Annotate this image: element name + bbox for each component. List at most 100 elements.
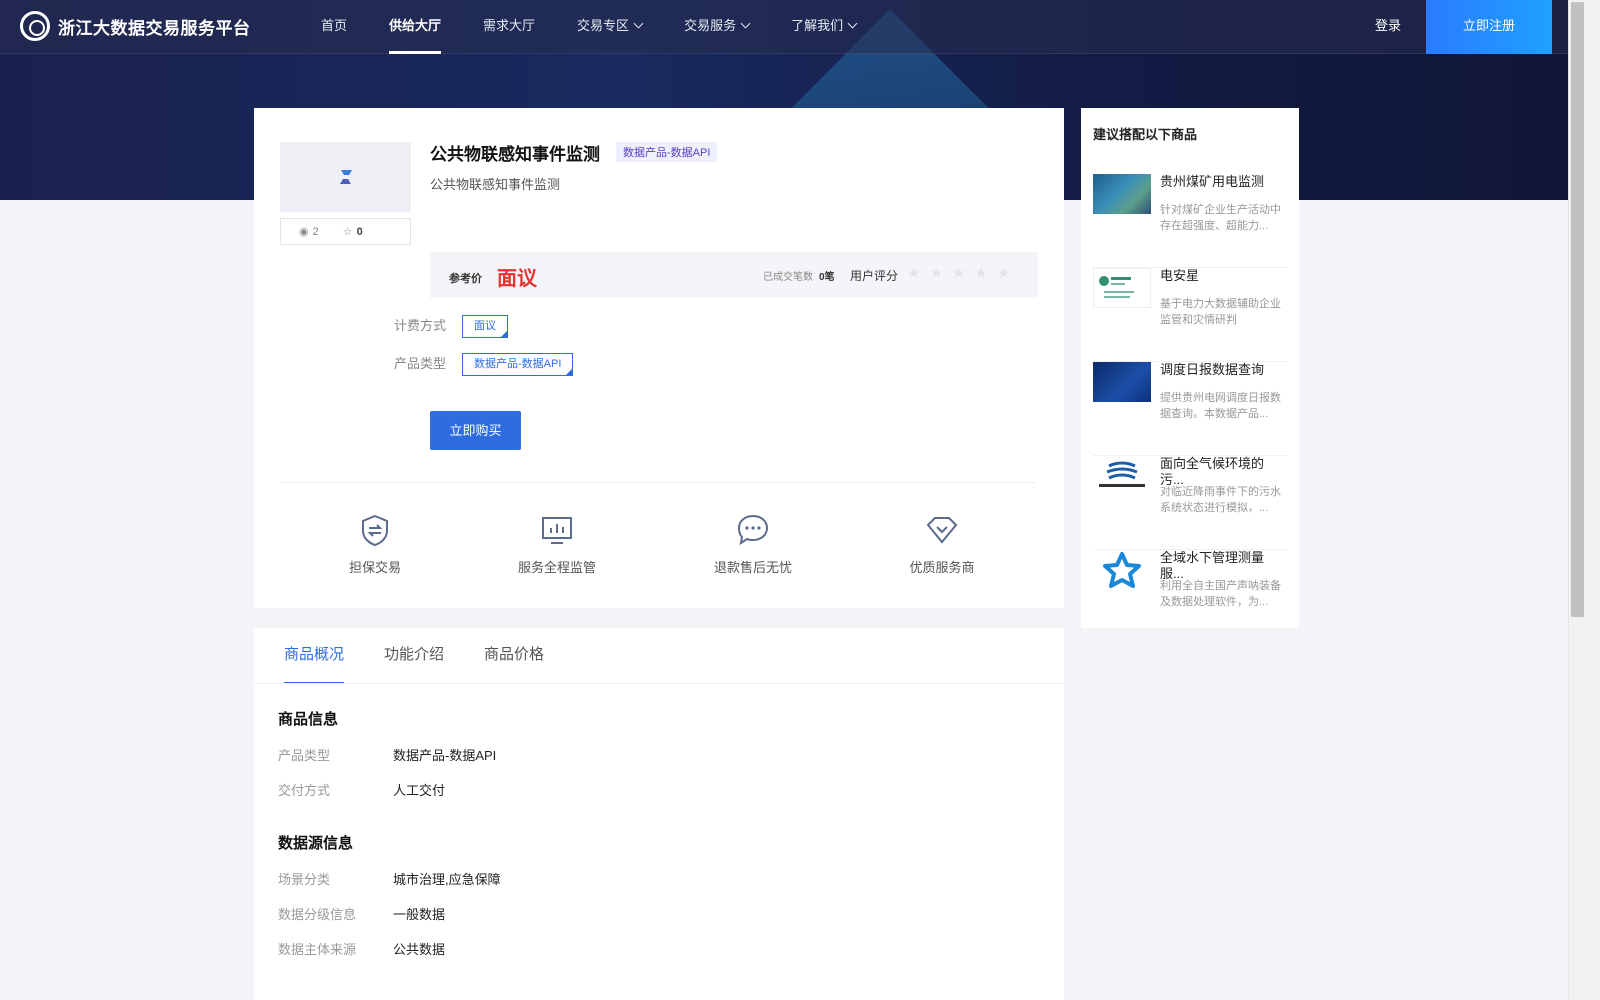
chevron-down-icon (847, 18, 858, 29)
billing-chip[interactable]: 面议 (462, 315, 508, 338)
favorites-count: 0 (356, 225, 363, 238)
water-logo-icon (1099, 461, 1145, 487)
recommend-item[interactable]: 调度日报数据查询 提供贵州电网调度日报数据查询。本数据产品... (1093, 362, 1287, 456)
info-value: 人工交付 (393, 783, 446, 798)
nav-label: 首页 (321, 18, 348, 33)
rating-label: 用户评分 (850, 269, 899, 283)
billing-label: 计费方式 (394, 318, 447, 333)
star-logo-icon (1103, 552, 1141, 588)
nav-trade-zone[interactable]: 交易专区 (556, 0, 663, 54)
views-count: 2 (312, 225, 319, 238)
star-icon: ★ (974, 265, 988, 282)
register-button[interactable]: 立即注册 (1426, 0, 1552, 54)
type-label: 产品类型 (394, 356, 447, 371)
feature-supervision: 服务全程监管 (514, 512, 600, 576)
rating-stars: ★ ★ ★ ★ ★ (907, 264, 1019, 282)
recommend-title: 电安星 (1160, 268, 1200, 283)
recommend-thumbnail (1093, 174, 1151, 214)
nav-label: 交易服务 (684, 18, 737, 33)
nav-demand-hall[interactable]: 需求大厅 (462, 0, 556, 54)
product-subtitle: 公共物联感知事件监测 (430, 177, 561, 192)
tab-pricing[interactable]: 商品价格 (484, 628, 544, 684)
deals-value: 0笔 (819, 272, 835, 283)
info-key: 数据主体来源 (278, 942, 357, 957)
tab-features[interactable]: 功能介绍 (384, 628, 444, 684)
logo-icon (20, 11, 50, 41)
scrollbar-thumb[interactable] (1571, 2, 1584, 617)
section-data-source: 数据源信息 (278, 835, 354, 852)
info-key: 产品类型 (278, 748, 331, 763)
product-thumbnail (280, 142, 411, 212)
eye-icon: ◉ (299, 226, 309, 238)
info-value: 公共数据 (393, 942, 446, 957)
recommend-thumbnail (1093, 456, 1151, 496)
nav-about-us[interactable]: 了解我们 (770, 0, 877, 54)
nav-label: 交易专区 (577, 18, 630, 33)
recommend-title: 调度日报数据查询 (1160, 362, 1265, 377)
recommend-desc: 对临近降雨事件下的污水系统状态进行模拟，... (1160, 486, 1281, 514)
type-chip[interactable]: 数据产品-数据API (462, 353, 574, 376)
recommend-desc: 提供贵州电网调度日报数据查询。本数据产品... (1160, 392, 1281, 420)
star-icon: ★ (929, 265, 943, 282)
chevron-down-icon (740, 18, 751, 29)
sidebar-title: 建议搭配以下商品 (1093, 127, 1198, 142)
price-bar: 参考价 面议 已成交笔数 0笔 用户评分 ★ ★ ★ ★ ★ (430, 252, 1038, 298)
feature-label: 退款售后无忧 (713, 560, 792, 575)
nav-label: 需求大厅 (483, 18, 536, 33)
price-value: 面议 (497, 268, 537, 290)
nav-label: 供给大厅 (389, 18, 442, 33)
logo-text: 浙江大数据交易服务平台 (58, 18, 251, 38)
feature-quality-provider: 优质服务商 (906, 512, 978, 576)
feature-label: 服务全程监管 (517, 560, 596, 575)
product-stats: ◉ 2 ☆ 0 (280, 218, 411, 245)
feature-guarantee: 担保交易 (346, 512, 404, 576)
detail-tabs: 商品概况 功能介绍 商品价格 (284, 628, 584, 684)
grid-logo-icon (1099, 276, 1134, 298)
info-value: 城市治理,应急保障 (393, 872, 501, 887)
recommend-thumbnail (1093, 268, 1151, 308)
tab-overview[interactable]: 商品概况 (284, 628, 345, 684)
diamond-icon (926, 517, 958, 544)
recommend-desc: 利用全自主国产声呐装备及数据处理软件，为... (1160, 580, 1281, 608)
product-title: 公共物联感知事件监测 (430, 145, 600, 164)
info-value: 一般数据 (393, 907, 446, 922)
nav-label: 了解我们 (791, 18, 844, 33)
nav-supply-hall[interactable]: 供给大厅 (368, 0, 462, 54)
top-navbar: 浙江大数据交易服务平台 首页 供给大厅 需求大厅 交易专区 交易服务 了解我们 … (0, 0, 1568, 54)
recommend-item[interactable]: 贵州煤矿用电监测 针对煤矿企业生产活动中存在超强度、超能力... (1093, 174, 1287, 268)
feature-label: 优质服务商 (909, 560, 975, 575)
section-product-info: 商品信息 (278, 711, 339, 728)
star-outline-icon[interactable]: ☆ (343, 225, 353, 238)
main-nav: 首页 供给大厅 需求大厅 交易专区 交易服务 了解我们 (300, 0, 877, 54)
deals-label: 已成交笔数 (763, 272, 813, 283)
nav-trade-services[interactable]: 交易服务 (663, 0, 770, 54)
product-tag: 数据产品-数据API (616, 142, 718, 162)
recommend-sidebar: 建议搭配以下商品 贵州煤矿用电监测 针对煤矿企业生产活动中存在超强度、超能力..… (1081, 108, 1299, 628)
recommend-item[interactable]: 全域水下管理测量服... 利用全自主国产声呐装备及数据处理软件，为... (1093, 550, 1287, 628)
recommend-thumbnail (1093, 550, 1151, 590)
feature-label: 担保交易 (348, 560, 401, 575)
site-logo[interactable]: 浙江大数据交易服务平台 (20, 11, 251, 41)
info-key: 数据分级信息 (278, 907, 357, 922)
buy-now-button[interactable]: 立即购买 (430, 411, 521, 450)
star-icon: ★ (951, 265, 966, 282)
star-icon: ★ (996, 265, 1011, 282)
recommend-item[interactable]: 面向全气候环境的污... 对临近降雨事件下的污水系统状态进行模拟，... (1093, 456, 1287, 550)
feature-refund: 退款售后无忧 (710, 512, 796, 576)
nav-home[interactable]: 首页 (300, 0, 368, 54)
chat-bubble-icon (737, 514, 769, 546)
info-key: 场景分类 (278, 872, 331, 887)
recommend-item[interactable]: 电安星 基于电力大数据辅助企业监管和灾情研判 (1093, 268, 1287, 362)
deals-info: 已成交笔数 0笔 (763, 268, 835, 283)
info-key: 交付方式 (278, 783, 331, 798)
star-icon: ★ (907, 265, 921, 282)
recommend-desc: 基于电力大数据辅助企业监管和灾情研判 (1160, 298, 1281, 326)
tab-divider (254, 683, 1064, 684)
product-logo-icon (339, 170, 352, 184)
login-link[interactable]: 登录 (1366, 0, 1410, 52)
page-scrollbar[interactable] (1568, 0, 1600, 1000)
recommend-title: 贵州煤矿用电监测 (1160, 174, 1265, 189)
recommend-thumbnail (1093, 362, 1151, 402)
chevron-down-icon (633, 18, 644, 29)
recommend-desc: 针对煤矿企业生产活动中存在超强度、超能力... (1160, 204, 1281, 232)
